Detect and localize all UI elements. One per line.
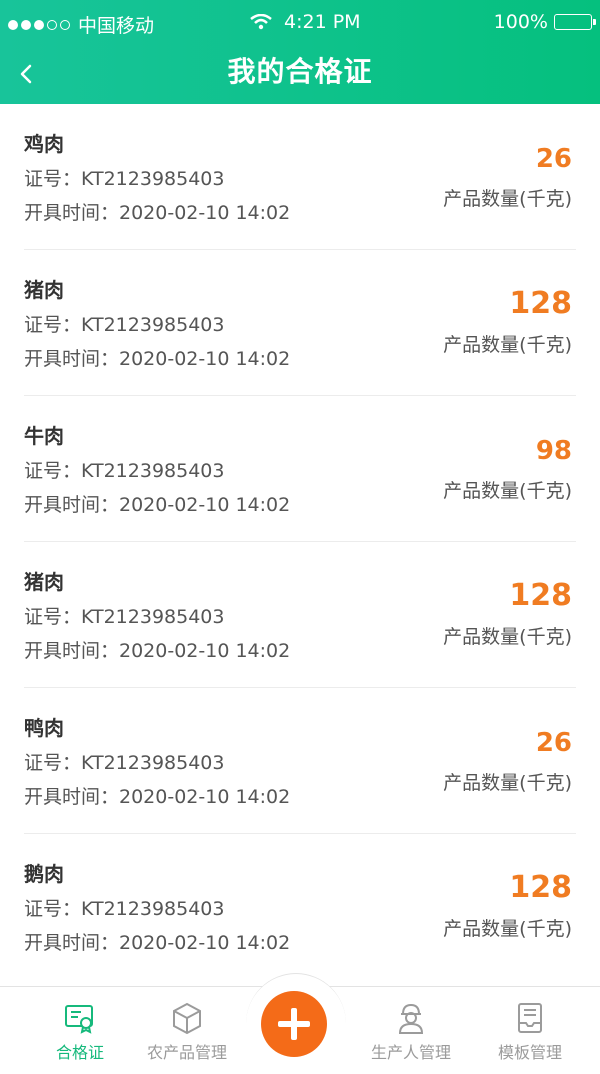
issue-time: 开具时间：2020-02-10 14:02 [24, 202, 291, 224]
product-name: 猪肉 [24, 278, 64, 302]
tab-label: 合格证 [55, 1043, 104, 1062]
list-item[interactable]: 鸭肉 证号：KT2123985403 开具时间：2020-02-10 14:02… [24, 688, 576, 834]
tab-label: 模板管理 [497, 1043, 562, 1062]
tab-producers[interactable]: 生产人管理 [351, 1001, 471, 1063]
tab-templates[interactable]: 模板管理 [470, 1001, 590, 1063]
clock: 4:21 PM [284, 11, 361, 33]
issue-time: 开具时间：2020-02-10 14:02 [24, 640, 291, 662]
product-name: 鹅肉 [24, 862, 64, 886]
certificate-number: 证号：KT2123985403 [24, 314, 225, 336]
product-name: 鸭肉 [24, 716, 64, 740]
quantity-value: 128 [509, 578, 572, 613]
worker-icon [398, 1003, 424, 1034]
page-title: 我的合格证 [227, 55, 373, 88]
issue-time: 开具时间：2020-02-10 14:02 [24, 786, 291, 808]
quantity-label: 产品数量(千克) [443, 480, 572, 502]
quantity-value: 26 [535, 728, 572, 758]
certificate-number: 证号：KT2123985403 [24, 168, 225, 190]
list-item[interactable]: 猪肉 证号：KT2123985403 开具时间：2020-02-10 14:02… [24, 542, 576, 688]
quantity-label: 产品数量(千克) [443, 918, 572, 940]
quantity-label: 产品数量(千克) [443, 626, 572, 648]
tab-label: 生产人管理 [370, 1043, 451, 1062]
issue-time: 开具时间：2020-02-10 14:02 [24, 494, 291, 516]
certificate-number: 证号：KT2123985403 [24, 460, 225, 482]
certificate-number: 证号：KT2123985403 [24, 606, 225, 628]
carrier-group: 中国移动 [8, 11, 154, 38]
quantity-label: 产品数量(千克) [443, 188, 572, 210]
status-bar: 中国移动 4:21 PM 100% [0, 0, 600, 46]
quantity-value: 98 [535, 436, 572, 466]
list-item[interactable]: 牛肉 证号：KT2123985403 开具时间：2020-02-10 14:02… [24, 396, 576, 542]
header: 中国移动 4:21 PM 100% 我的合格证 [0, 0, 600, 104]
quantity-value: 128 [509, 870, 572, 905]
battery-group: 100% [493, 11, 596, 33]
issue-time: 开具时间：2020-02-10 14:02 [24, 932, 291, 954]
list-item[interactable]: 鸡肉 证号：KT2123985403 开具时间：2020-02-10 14:02… [24, 104, 576, 250]
tab-bar: 合格证 农产品管理 生产人管理 模板管理 [0, 973, 600, 1074]
certificate-number: 证号：KT2123985403 [24, 898, 225, 920]
list-item[interactable]: 鹅肉 证号：KT2123985403 开具时间：2020-02-10 14:02… [24, 834, 576, 979]
product-name: 鸡肉 [24, 132, 64, 156]
wifi-icon [250, 14, 272, 30]
fab-container [246, 973, 346, 1074]
box-icon [173, 1002, 201, 1035]
quantity-label: 产品数量(千克) [443, 772, 572, 794]
quantity-value: 26 [535, 144, 572, 174]
certificate-list: 鸡肉 证号：KT2123985403 开具时间：2020-02-10 14:02… [0, 104, 600, 979]
tab-products[interactable]: 农产品管理 [127, 1001, 247, 1063]
battery-percent: 100% [493, 11, 548, 33]
list-item[interactable]: 猪肉 证号：KT2123985403 开具时间：2020-02-10 14:02… [24, 250, 576, 396]
template-icon [518, 1003, 542, 1033]
carrier-label: 中国移动 [78, 15, 155, 37]
tab-certificate[interactable]: 合格证 [20, 1001, 140, 1063]
nav-bar: 我的合格证 [0, 46, 600, 104]
product-name: 牛肉 [24, 424, 64, 448]
quantity-value: 128 [509, 286, 572, 321]
signal-icon [8, 19, 70, 30]
product-name: 猪肉 [24, 570, 64, 594]
certificate-icon [65, 1005, 93, 1034]
certificate-number: 证号：KT2123985403 [24, 752, 225, 774]
tab-label: 农产品管理 [146, 1043, 227, 1062]
quantity-label: 产品数量(千克) [443, 334, 572, 356]
add-button[interactable] [261, 991, 327, 1057]
time-group: 4:21 PM [250, 11, 361, 33]
battery-icon [554, 14, 596, 30]
issue-time: 开具时间：2020-02-10 14:02 [24, 348, 291, 370]
